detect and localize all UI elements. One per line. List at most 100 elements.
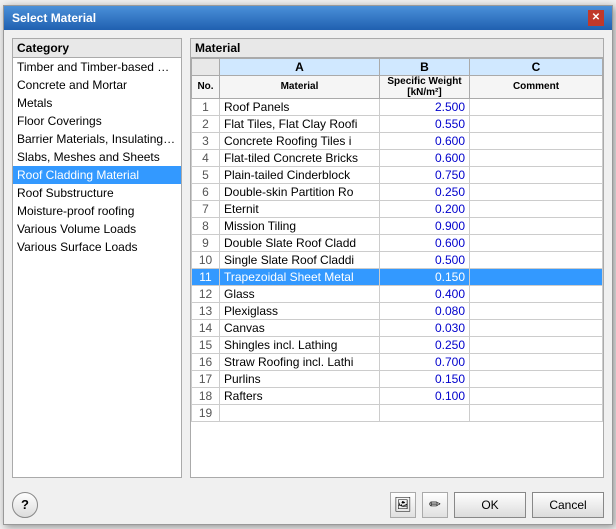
table-row[interactable]: 19 (192, 404, 603, 421)
material-header: Material (191, 39, 603, 58)
row-material: Plain-tailed Cinderblock (220, 166, 380, 183)
row-no: 18 (192, 387, 220, 404)
row-material: Rafters (220, 387, 380, 404)
row-no: 10 (192, 251, 220, 268)
ok-button[interactable]: OK (454, 492, 526, 518)
table-row[interactable]: 13Plexiglass0.080 (192, 302, 603, 319)
category-item-timber[interactable]: Timber and Timber-based Mater (13, 58, 181, 76)
table-row[interactable]: 10Single Slate Roof Claddi0.500 (192, 251, 603, 268)
table-row[interactable]: 2Flat Tiles, Flat Clay Roofi0.550 (192, 115, 603, 132)
row-comment (470, 319, 603, 336)
table-row[interactable]: 12Glass0.400 (192, 285, 603, 302)
category-item-slabs[interactable]: Slabs, Meshes and Sheets (13, 148, 181, 166)
dialog-body: Category Timber and Timber-based MaterCo… (4, 30, 612, 486)
col-c-header: C (470, 58, 603, 75)
table-row[interactable]: 7Eternit0.200 (192, 200, 603, 217)
material-table-wrapper[interactable]: A B C No. Material Specific Weight [kN/m… (191, 58, 603, 477)
row-comment (470, 132, 603, 149)
material-table: A B C No. Material Specific Weight [kN/m… (191, 58, 603, 422)
table-row[interactable]: 16Straw Roofing incl. Lathi0.700 (192, 353, 603, 370)
row-weight: 0.150 (380, 370, 470, 387)
row-comment (470, 353, 603, 370)
table-row[interactable]: 8Mission Tiling0.900 (192, 217, 603, 234)
row-weight: 0.150 (380, 268, 470, 285)
row-comment (470, 302, 603, 319)
table-row[interactable]: 17Purlins0.150 (192, 370, 603, 387)
row-comment (470, 149, 603, 166)
table-row[interactable]: 18Rafters0.100 (192, 387, 603, 404)
row-comment (470, 183, 603, 200)
row-material: Shingles incl. Lathing (220, 336, 380, 353)
table-row[interactable]: 9Double Slate Roof Cladd0.600 (192, 234, 603, 251)
row-weight: 0.500 (380, 251, 470, 268)
close-button[interactable]: ✕ (588, 10, 604, 26)
category-item-moisture[interactable]: Moisture-proof roofing (13, 202, 181, 220)
row-weight: 0.250 (380, 183, 470, 200)
row-comment (470, 285, 603, 302)
edit-icon-button[interactable]: ✏ (422, 492, 448, 518)
row-no: 7 (192, 200, 220, 217)
category-item-surface[interactable]: Various Surface Loads (13, 238, 181, 256)
row-no: 8 (192, 217, 220, 234)
row-no: 17 (192, 370, 220, 387)
row-comment (470, 166, 603, 183)
row-weight: 0.600 (380, 132, 470, 149)
row-comment (470, 370, 603, 387)
row-weight: 0.030 (380, 319, 470, 336)
category-item-metals[interactable]: Metals (13, 94, 181, 112)
row-material (220, 404, 380, 421)
row-comment (470, 268, 603, 285)
row-no: 14 (192, 319, 220, 336)
table-row[interactable]: 14Canvas0.030 (192, 319, 603, 336)
row-weight (380, 404, 470, 421)
row-no: 12 (192, 285, 220, 302)
row-weight: 0.900 (380, 217, 470, 234)
row-material: Single Slate Roof Claddi (220, 251, 380, 268)
row-material: Mission Tiling (220, 217, 380, 234)
row-weight: 0.550 (380, 115, 470, 132)
material-tbody: 1Roof Panels2.5002Flat Tiles, Flat Clay … (192, 98, 603, 421)
row-weight: 0.100 (380, 387, 470, 404)
category-item-concrete[interactable]: Concrete and Mortar (13, 76, 181, 94)
row-weight: 0.750 (380, 166, 470, 183)
row-no: 6 (192, 183, 220, 200)
row-comment (470, 217, 603, 234)
row-material: Plexiglass (220, 302, 380, 319)
row-weight: 0.600 (380, 234, 470, 251)
table-row[interactable]: 15Shingles incl. Lathing0.250 (192, 336, 603, 353)
table-row[interactable]: 1Roof Panels2.500 (192, 98, 603, 115)
row-weight: 0.080 (380, 302, 470, 319)
dialog-footer: ? 🖼 ✏ OK Cancel (4, 486, 612, 524)
help-button[interactable]: ? (12, 492, 38, 518)
row-weight: 0.400 (380, 285, 470, 302)
row-comment (470, 404, 603, 421)
row-material: Straw Roofing incl. Lathi (220, 353, 380, 370)
category-item-volume[interactable]: Various Volume Loads (13, 220, 181, 238)
row-material: Flat-tiled Concrete Bricks (220, 149, 380, 166)
table-row[interactable]: 6Double-skin Partition Ro0.250 (192, 183, 603, 200)
row-weight: 0.600 (380, 149, 470, 166)
select-material-dialog: Select Material ✕ Category Timber and Ti… (3, 5, 613, 525)
row-comment (470, 115, 603, 132)
category-item-floor[interactable]: Floor Coverings (13, 112, 181, 130)
col-a-header: A (220, 58, 380, 75)
row-no: 4 (192, 149, 220, 166)
row-weight: 2.500 (380, 98, 470, 115)
row-weight: 0.700 (380, 353, 470, 370)
row-material: Purlins (220, 370, 380, 387)
footer-left: ? (12, 492, 38, 518)
table-row[interactable]: 3Concrete Roofing Tiles i0.600 (192, 132, 603, 149)
category-item-barrier[interactable]: Barrier Materials, Insulating Mate (13, 130, 181, 148)
row-no: 19 (192, 404, 220, 421)
sub-no-header: No. (192, 75, 220, 98)
table-row[interactable]: 4Flat-tiled Concrete Bricks0.600 (192, 149, 603, 166)
image-icon-button[interactable]: 🖼 (390, 492, 416, 518)
row-material: Double Slate Roof Cladd (220, 234, 380, 251)
col-no-header (192, 58, 220, 75)
category-item-roof_sub[interactable]: Roof Substructure (13, 184, 181, 202)
category-item-roof_cladding[interactable]: Roof Cladding Material (13, 166, 181, 184)
table-row[interactable]: 5Plain-tailed Cinderblock0.750 (192, 166, 603, 183)
cancel-button[interactable]: Cancel (532, 492, 604, 518)
row-comment (470, 387, 603, 404)
table-row[interactable]: 11Trapezoidal Sheet Metal0.150 (192, 268, 603, 285)
